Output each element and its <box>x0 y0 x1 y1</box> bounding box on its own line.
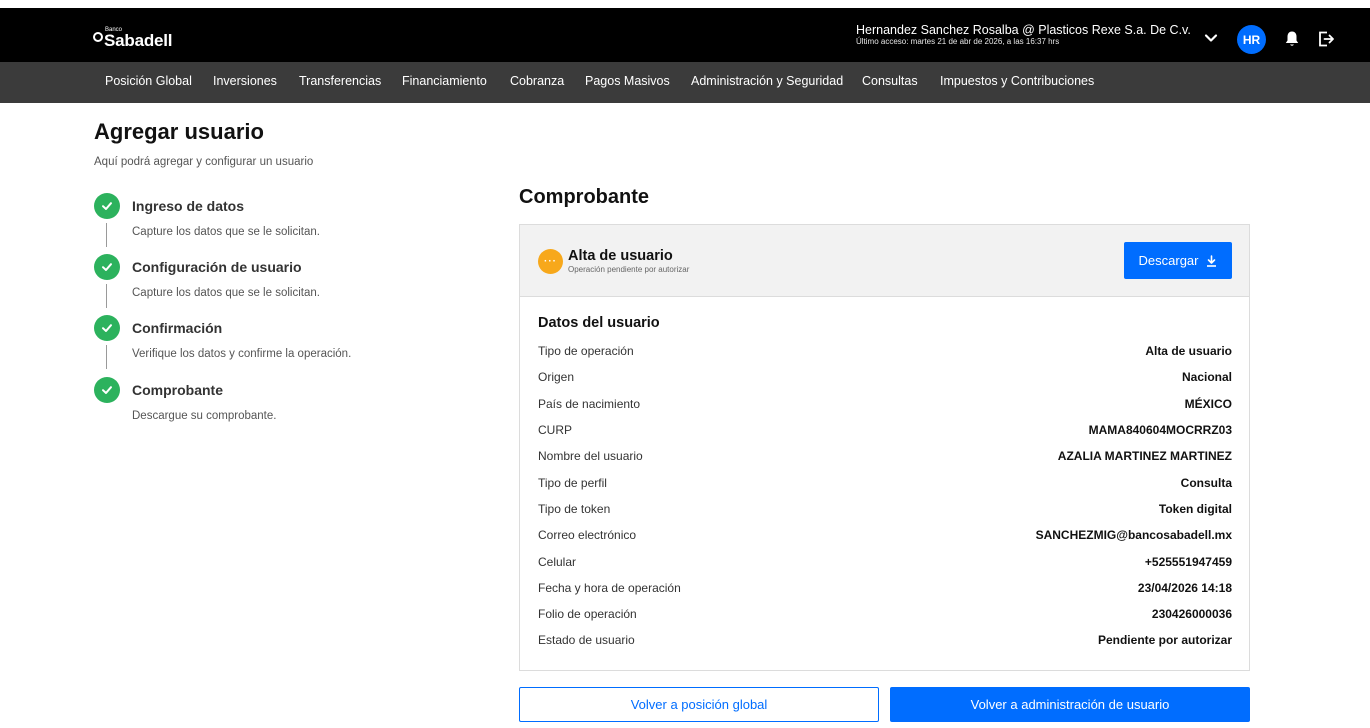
avatar[interactable]: HR <box>1237 25 1266 54</box>
detail-label: Origen <box>538 370 575 384</box>
detail-label: CURP <box>538 423 573 437</box>
step-title-comprobante: Comprobante <box>132 382 223 398</box>
detail-value: 230426000036 <box>1151 607 1232 621</box>
receipt-card-subtitle: Operación pendiente por autorizar <box>568 265 690 274</box>
detail-label: País de nacimiento <box>538 397 641 411</box>
check-icon <box>94 193 120 219</box>
logo-mark-icon <box>93 32 103 42</box>
download-button-label: Descargar <box>1138 253 1199 268</box>
receipt-card: ··· Alta de usuario Operación pendiente … <box>519 224 1250 671</box>
detail-row: CURP MAMA840604MOCRRZ03 <box>538 420 1232 440</box>
detail-row: Folio de operación 230426000036 <box>538 604 1232 624</box>
detail-row: Tipo de perfil Consulta <box>538 473 1232 493</box>
check-icon <box>94 254 120 280</box>
step-title-configuracion: Configuración de usuario <box>132 259 302 275</box>
sabadell-logo[interactable]: Banco Sabadell <box>93 27 173 50</box>
detail-label: Tipo de perfil <box>538 476 607 490</box>
check-icon <box>94 315 120 341</box>
nav-item-consultas[interactable]: Consultas <box>862 74 918 88</box>
nav-item-impuestos[interactable]: Impuestos y Contribuciones <box>940 74 1094 88</box>
detail-row: Nombre del usuario AZALIA MARTINEZ MARTI… <box>538 446 1232 466</box>
detail-value: SANCHEZMIG@bancosabadell.mx <box>1035 528 1232 542</box>
nav-item-pagos-masivos[interactable]: Pagos Masivos <box>585 74 670 88</box>
detail-value: MAMA840604MOCRRZ03 <box>1088 423 1232 437</box>
detail-value: Pendiente por autorizar <box>1097 633 1232 647</box>
detail-value: Nacional <box>1181 370 1232 384</box>
detail-label: Estado de usuario <box>538 633 635 647</box>
logout-icon[interactable] <box>1317 30 1335 48</box>
detail-value: Alta de usuario <box>1145 344 1232 358</box>
detail-row: Fecha y hora de operación 23/04/2026 14:… <box>538 578 1232 598</box>
step-title-ingreso: Ingreso de datos <box>132 198 245 214</box>
detail-row: Tipo de token Token digital <box>538 499 1232 519</box>
detail-row: Origen Nacional <box>538 367 1232 387</box>
detail-value: 23/04/2026 14:18 <box>1137 581 1232 595</box>
detail-label: Celular <box>538 555 577 569</box>
main-nav: Posición Global Inversiones Transferenci… <box>0 62 1370 103</box>
detail-label: Folio de operación <box>538 607 637 621</box>
section-title: Comprobante <box>519 186 649 208</box>
detail-value: +525551947459 <box>1144 555 1232 569</box>
page-title: Agregar usuario <box>94 119 264 144</box>
detail-row: Correo electrónico SANCHEZMIG@bancosabad… <box>538 525 1232 545</box>
top-bar: Banco Sabadell Hernandez Sanchez Rosalba… <box>0 8 1370 62</box>
back-to-global-button[interactable]: Volver a posición global <box>519 687 879 722</box>
detail-row: Celular +525551947459 <box>538 552 1232 572</box>
step-connector <box>106 284 107 308</box>
detail-label: Fecha y hora de operación <box>538 581 681 595</box>
detail-label: Correo electrónico <box>538 528 637 542</box>
nav-item-posicion-global[interactable]: Posición Global <box>105 74 192 88</box>
logo-name-text: Sabadell <box>104 31 173 50</box>
nav-item-cobranza[interactable]: Cobranza <box>510 74 564 88</box>
nav-item-transferencias[interactable]: Transferencias <box>299 74 381 88</box>
data-section-title: Datos del usuario <box>538 315 660 331</box>
detail-label: Nombre del usuario <box>538 449 643 463</box>
detail-row: Estado de usuario Pendiente por autoriza… <box>538 630 1232 650</box>
detail-value: AZALIA MARTINEZ MARTINEZ <box>1057 449 1232 463</box>
download-icon <box>1207 254 1217 267</box>
detail-value: Token digital <box>1158 502 1232 516</box>
step-desc-configuracion: Capture los datos que se le solicitan. <box>132 287 320 299</box>
pending-icon: ··· <box>538 249 563 274</box>
step-desc-comprobante: Descargue su comprobante. <box>132 410 277 422</box>
user-info: Hernandez Sanchez Rosalba @ Plasticos Re… <box>856 23 1191 47</box>
step-connector <box>106 345 107 369</box>
last-access: Último acceso: martes 21 de abr de 2026,… <box>856 37 1060 46</box>
receipt-card-title: Alta de usuario <box>568 248 673 264</box>
page-subtitle: Aquí podrá agregar y configurar un usuar… <box>94 156 314 168</box>
detail-label: Tipo de token <box>538 502 611 516</box>
nav-item-financiamiento[interactable]: Financiamiento <box>402 74 487 88</box>
detail-value: Consulta <box>1180 476 1232 490</box>
detail-row: Tipo de operación Alta de usuario <box>538 341 1232 361</box>
nav-item-inversiones[interactable]: Inversiones <box>213 74 277 88</box>
receipt-card-header: ··· Alta de usuario Operación pendiente … <box>520 225 1249 297</box>
check-icon <box>94 377 120 403</box>
download-button[interactable]: Descargar <box>1124 242 1232 279</box>
detail-row: País de nacimiento MÉXICO <box>538 394 1232 414</box>
chevron-down-icon[interactable] <box>1203 30 1219 46</box>
bell-icon[interactable] <box>1284 30 1300 48</box>
detail-value: MÉXICO <box>1184 397 1232 411</box>
detail-label: Tipo de operación <box>538 344 634 358</box>
step-title-confirmacion: Confirmación <box>132 320 223 336</box>
step-connector <box>106 223 107 247</box>
user-name: Hernandez Sanchez Rosalba @ Plasticos Re… <box>856 23 1191 37</box>
step-desc-ingreso: Capture los datos que se le solicitan. <box>132 226 320 238</box>
back-to-admin-button[interactable]: Volver a administración de usuario <box>890 687 1250 722</box>
nav-item-administracion-seguridad[interactable]: Administración y Seguridad <box>691 74 843 88</box>
step-desc-confirmacion: Verifique los datos y confirme la operac… <box>132 348 352 360</box>
